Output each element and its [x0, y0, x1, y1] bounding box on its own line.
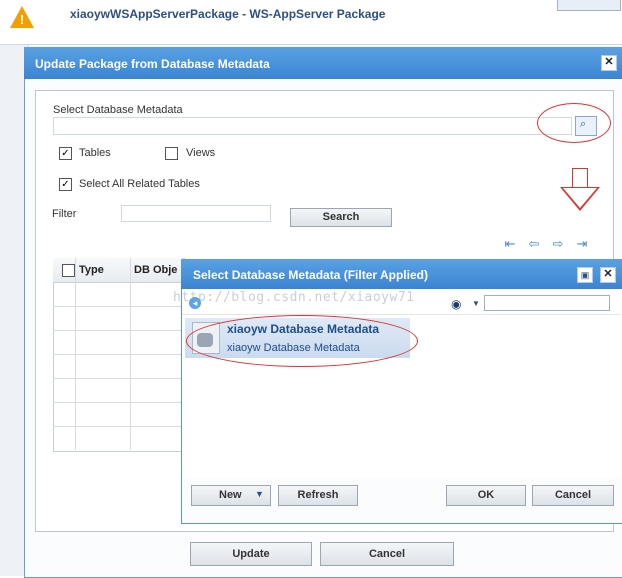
annotation-ellipse: [537, 103, 611, 143]
table-row: [53, 402, 183, 403]
watermark-text: http://blog.csdn.net/xiaoyw71: [173, 290, 415, 305]
filter-label: Filter: [52, 208, 77, 220]
column-db-object[interactable]: DB Obje: [134, 264, 177, 276]
dialog-title: Update Package from Database Metadata: [35, 57, 270, 71]
popup-search-input[interactable]: [484, 295, 610, 311]
update-button[interactable]: Update: [190, 542, 312, 566]
binoculars-icon[interactable]: ◉: [451, 297, 461, 311]
background-corner-button[interactable]: [557, 0, 621, 11]
last-page-icon[interactable]: ⇥: [575, 237, 589, 251]
tables-label: Tables: [79, 147, 111, 159]
popup-title: Select Database Metadata (Filter Applied…: [193, 268, 428, 282]
close-icon[interactable]: ✕: [600, 267, 616, 283]
background-title: xiaoywWSAppServerPackage - WS-AppServer …: [70, 7, 386, 21]
table-row: [53, 330, 183, 331]
chevron-down-icon[interactable]: ▼: [472, 299, 480, 308]
annotation-ellipse: [186, 315, 418, 367]
previous-page-icon[interactable]: ⇦: [527, 237, 541, 251]
search-button[interactable]: Search: [290, 208, 392, 227]
pin-icon[interactable]: ▣: [577, 267, 593, 283]
table-row: [53, 426, 183, 427]
close-icon[interactable]: ✕: [601, 55, 617, 71]
ok-button[interactable]: OK: [446, 485, 526, 506]
results-table: [53, 258, 185, 452]
table-row: [53, 354, 183, 355]
select-related-checkbox[interactable]: ✓: [59, 178, 72, 191]
select-metadata-label: Select Database Metadata: [53, 104, 183, 116]
metadata-input[interactable]: [53, 117, 572, 135]
select-related-label: Select All Related Tables: [79, 178, 200, 190]
filter-input[interactable]: [121, 205, 271, 222]
annotation-arrow: [572, 168, 588, 189]
views-label: Views: [186, 147, 216, 159]
views-checkbox[interactable]: [165, 147, 178, 160]
popup-cancel-button[interactable]: Cancel: [532, 485, 614, 506]
refresh-button[interactable]: Refresh: [278, 485, 358, 506]
tables-checkbox[interactable]: ✓: [59, 147, 72, 160]
back-icon[interactable]: ◂: [189, 297, 201, 309]
table-row: [53, 378, 183, 379]
first-page-icon[interactable]: ⇤: [503, 237, 517, 251]
column-type[interactable]: Type: [79, 264, 104, 276]
table-row: [53, 306, 183, 307]
next-page-icon[interactable]: ⇨: [551, 237, 565, 251]
annotation-arrow-fill: [563, 188, 597, 208]
warning-mark: !: [19, 12, 25, 27]
select-all-checkbox[interactable]: [62, 264, 75, 277]
cancel-button[interactable]: Cancel: [320, 542, 454, 566]
new-button-label: New: [219, 489, 242, 501]
chevron-down-icon[interactable]: ▼: [255, 489, 264, 499]
